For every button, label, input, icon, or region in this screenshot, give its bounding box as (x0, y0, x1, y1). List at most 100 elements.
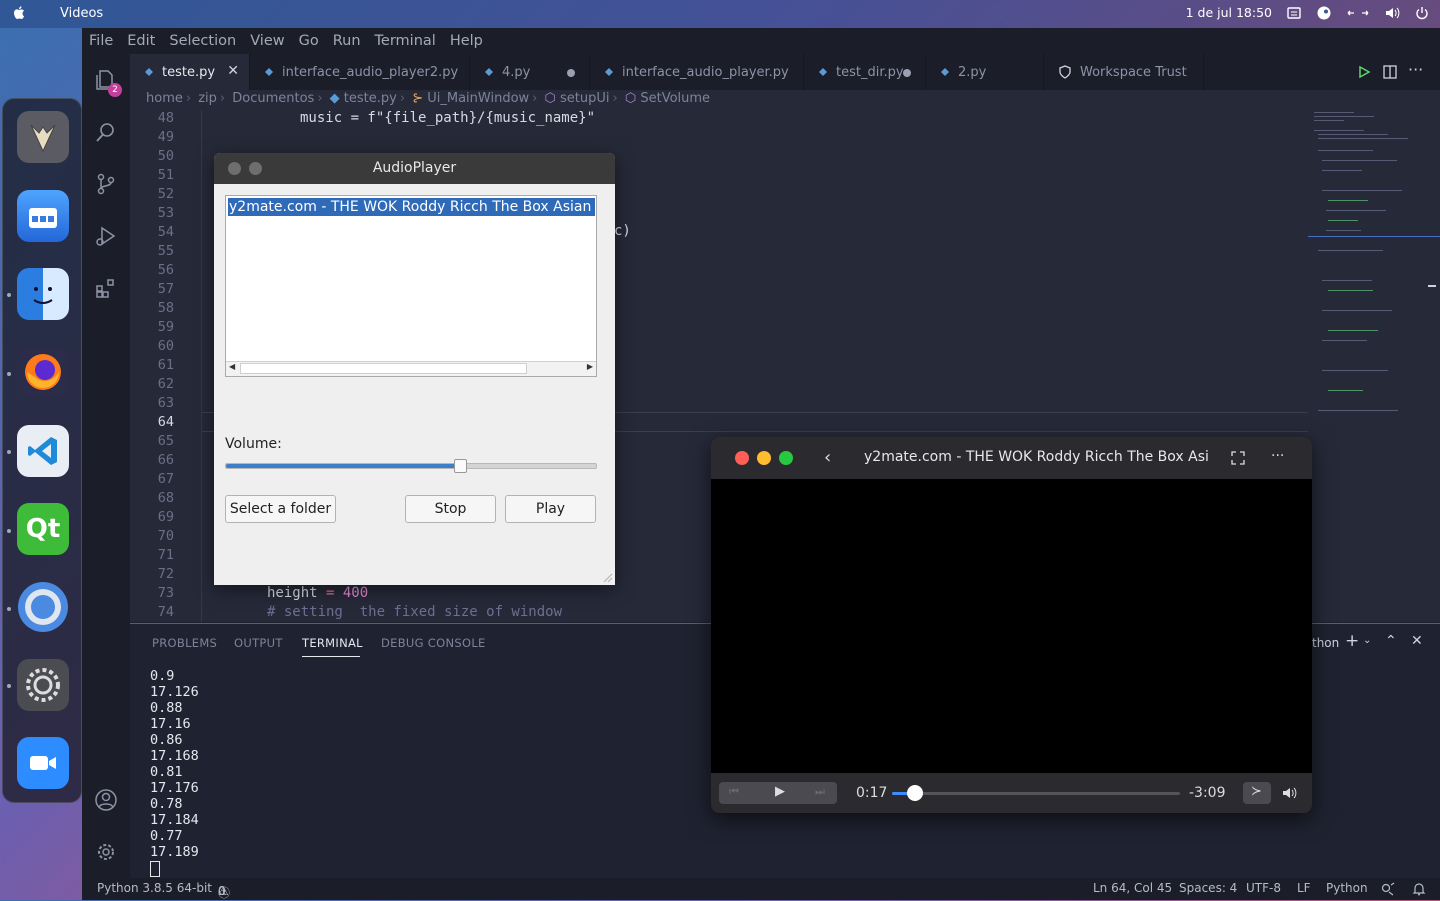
close-panel-icon[interactable]: ✕ (1411, 633, 1423, 649)
zoom-window-button[interactable] (779, 451, 793, 465)
tab-interface-audio-player2[interactable]: interface_audio_player2.py (250, 54, 470, 90)
volume-icon[interactable] (1281, 786, 1299, 800)
panel-tab-debug-console[interactable]: DEBUG CONSOLE (381, 636, 486, 650)
menu-go[interactable]: Go (292, 33, 326, 49)
close-tab-icon[interactable]: ✕ (227, 63, 239, 79)
power-icon[interactable] (1414, 6, 1430, 20)
split-editor-icon[interactable] (1382, 64, 1398, 80)
breadcrumb-home[interactable]: home (146, 91, 183, 106)
close-window-button[interactable] (735, 451, 749, 465)
tab-interface-audio-player[interactable]: interface_audio_player.py (590, 54, 804, 90)
new-terminal-icon[interactable]: + (1345, 631, 1359, 651)
qt-creator-app-icon[interactable]: Qt (17, 503, 69, 555)
menu-file[interactable]: File (82, 33, 120, 49)
extensions-icon[interactable] (94, 276, 118, 300)
notifications-bell-icon[interactable] (1412, 882, 1426, 896)
files-app-icon[interactable] (17, 190, 69, 242)
music-list[interactable]: y2mate.com - THE WOK Roddy Ricch The Box… (225, 195, 597, 377)
tab-workspace-trust[interactable]: Workspace Trust (1044, 54, 1204, 90)
menu-view[interactable]: View (243, 33, 291, 49)
more-options-icon[interactable]: ··· (1271, 448, 1284, 464)
breadcrumb-method-setvolume[interactable]: SetVolume (640, 91, 710, 106)
terminal-output[interactable]: 0.9 17.126 0.88 17.16 0.86 17.168 0.81 17.176 0.… (150, 668, 199, 877)
search-icon[interactable] (94, 120, 118, 144)
volume-slider[interactable] (225, 459, 597, 473)
accounts-icon[interactable] (94, 788, 118, 812)
volume-icon[interactable] (1384, 6, 1400, 20)
more-actions-icon[interactable]: ··· (1408, 60, 1423, 79)
minimize-window-button[interactable] (249, 162, 262, 175)
class-symbol-icon: ⊱ (412, 91, 424, 106)
encoding[interactable]: UTF-8 (1246, 881, 1281, 895)
maximize-panel-icon[interactable]: ⌃ (1385, 633, 1397, 649)
previous-icon[interactable]: ⏮ (729, 785, 739, 799)
source-control-icon[interactable] (94, 172, 118, 196)
back-chevron-icon[interactable]: ‹ (824, 447, 831, 468)
minimap[interactable] (1308, 110, 1440, 622)
panel-tab-problems[interactable]: PROBLEMS (152, 636, 217, 650)
scroll-left-icon[interactable]: ◀ (229, 362, 235, 371)
close-window-button[interactable] (228, 162, 241, 175)
next-icon[interactable]: ⏭ (815, 785, 825, 799)
zoom-app-icon[interactable] (17, 737, 69, 789)
network-icon[interactable] (1346, 6, 1370, 20)
menu-help[interactable]: Help (443, 33, 490, 49)
video-canvas[interactable] (711, 479, 1312, 773)
menu-edit[interactable]: Edit (120, 33, 162, 49)
volume-slider-handle[interactable] (454, 459, 468, 473)
clock[interactable]: 1 de jul 18:50 (1186, 5, 1272, 20)
seek-handle[interactable] (907, 785, 924, 801)
menu-selection[interactable]: Selection (162, 33, 243, 49)
share-button[interactable]: ≻ (1243, 782, 1271, 804)
vscode-app-icon[interactable] (17, 425, 69, 477)
breadcrumb-class[interactable]: Ui_MainWindow (427, 91, 529, 106)
manage-gear-icon[interactable] (94, 840, 118, 864)
feedback-icon[interactable] (1381, 882, 1395, 896)
language-mode[interactable]: Python (1326, 881, 1368, 895)
tab-2-py[interactable]: 2.py (926, 54, 1044, 90)
breadcrumb-method-setupui[interactable]: setupUi (560, 91, 610, 106)
scrollbar-thumb[interactable] (240, 363, 527, 374)
breadcrumb-file[interactable]: teste.py (344, 91, 397, 106)
apple-menu-icon[interactable] (12, 5, 26, 21)
active-app-name[interactable]: Videos (60, 6, 103, 21)
play-button[interactable]: Play (505, 495, 596, 523)
system-settings-app-icon[interactable] (17, 659, 69, 711)
python-interpreter[interactable]: Python 3.8.5 64-bit (97, 881, 212, 895)
stop-button[interactable]: Stop (405, 495, 496, 523)
breadcrumb-zip[interactable]: zip (198, 91, 217, 106)
panel-tab-output[interactable]: OUTPUT (234, 636, 283, 650)
terminal-name[interactable]: thon (1312, 636, 1339, 650)
minimize-window-button[interactable] (757, 451, 771, 465)
tab-4-py[interactable]: 4.py (470, 54, 590, 90)
line-ending[interactable]: LF (1297, 881, 1311, 895)
insomnia-app-icon[interactable] (17, 111, 69, 163)
seek-bar[interactable] (892, 785, 1180, 801)
fullscreen-icon[interactable] (1231, 451, 1245, 465)
menu-run[interactable]: Run (326, 33, 368, 49)
tab-teste-py[interactable]: teste.py ✕ (130, 54, 250, 90)
window-title[interactable]: AudioPlayer (214, 153, 615, 184)
finder-app-icon[interactable] (17, 268, 69, 320)
indentation[interactable]: Spaces: 4 (1179, 881, 1237, 895)
breadcrumb-documentos[interactable]: Documentos (232, 91, 314, 106)
chevron-down-icon[interactable]: ⌄ (1363, 635, 1371, 646)
horizontal-scrollbar[interactable]: ◀ ▶ (226, 361, 596, 376)
unsaved-dot-icon[interactable] (903, 69, 911, 77)
play-icon[interactable]: ▶ (775, 784, 785, 799)
unsaved-dot-icon[interactable] (567, 69, 575, 77)
steam-icon[interactable] (1316, 6, 1332, 20)
cursor-position[interactable]: Ln 64, Col 45 (1093, 881, 1172, 895)
resize-grip-icon[interactable] (603, 573, 613, 583)
tab-test-dir-py[interactable]: test_dir.py (804, 54, 926, 90)
panel-tab-terminal[interactable]: TERMINAL (302, 636, 363, 650)
scroll-right-icon[interactable]: ▶ (587, 362, 593, 371)
chrome-app-icon[interactable] (17, 581, 69, 633)
list-item-selected[interactable]: y2mate.com - THE WOK Roddy Ricch The Box… (228, 198, 595, 216)
run-python-file-icon[interactable] (1356, 64, 1372, 80)
run-debug-icon[interactable] (94, 224, 118, 248)
firefox-app-icon[interactable] (17, 346, 69, 398)
menu-terminal[interactable]: Terminal (368, 33, 443, 49)
select-folder-button[interactable]: Select a folder (225, 495, 336, 523)
clipboard-icon[interactable] (1286, 6, 1302, 20)
